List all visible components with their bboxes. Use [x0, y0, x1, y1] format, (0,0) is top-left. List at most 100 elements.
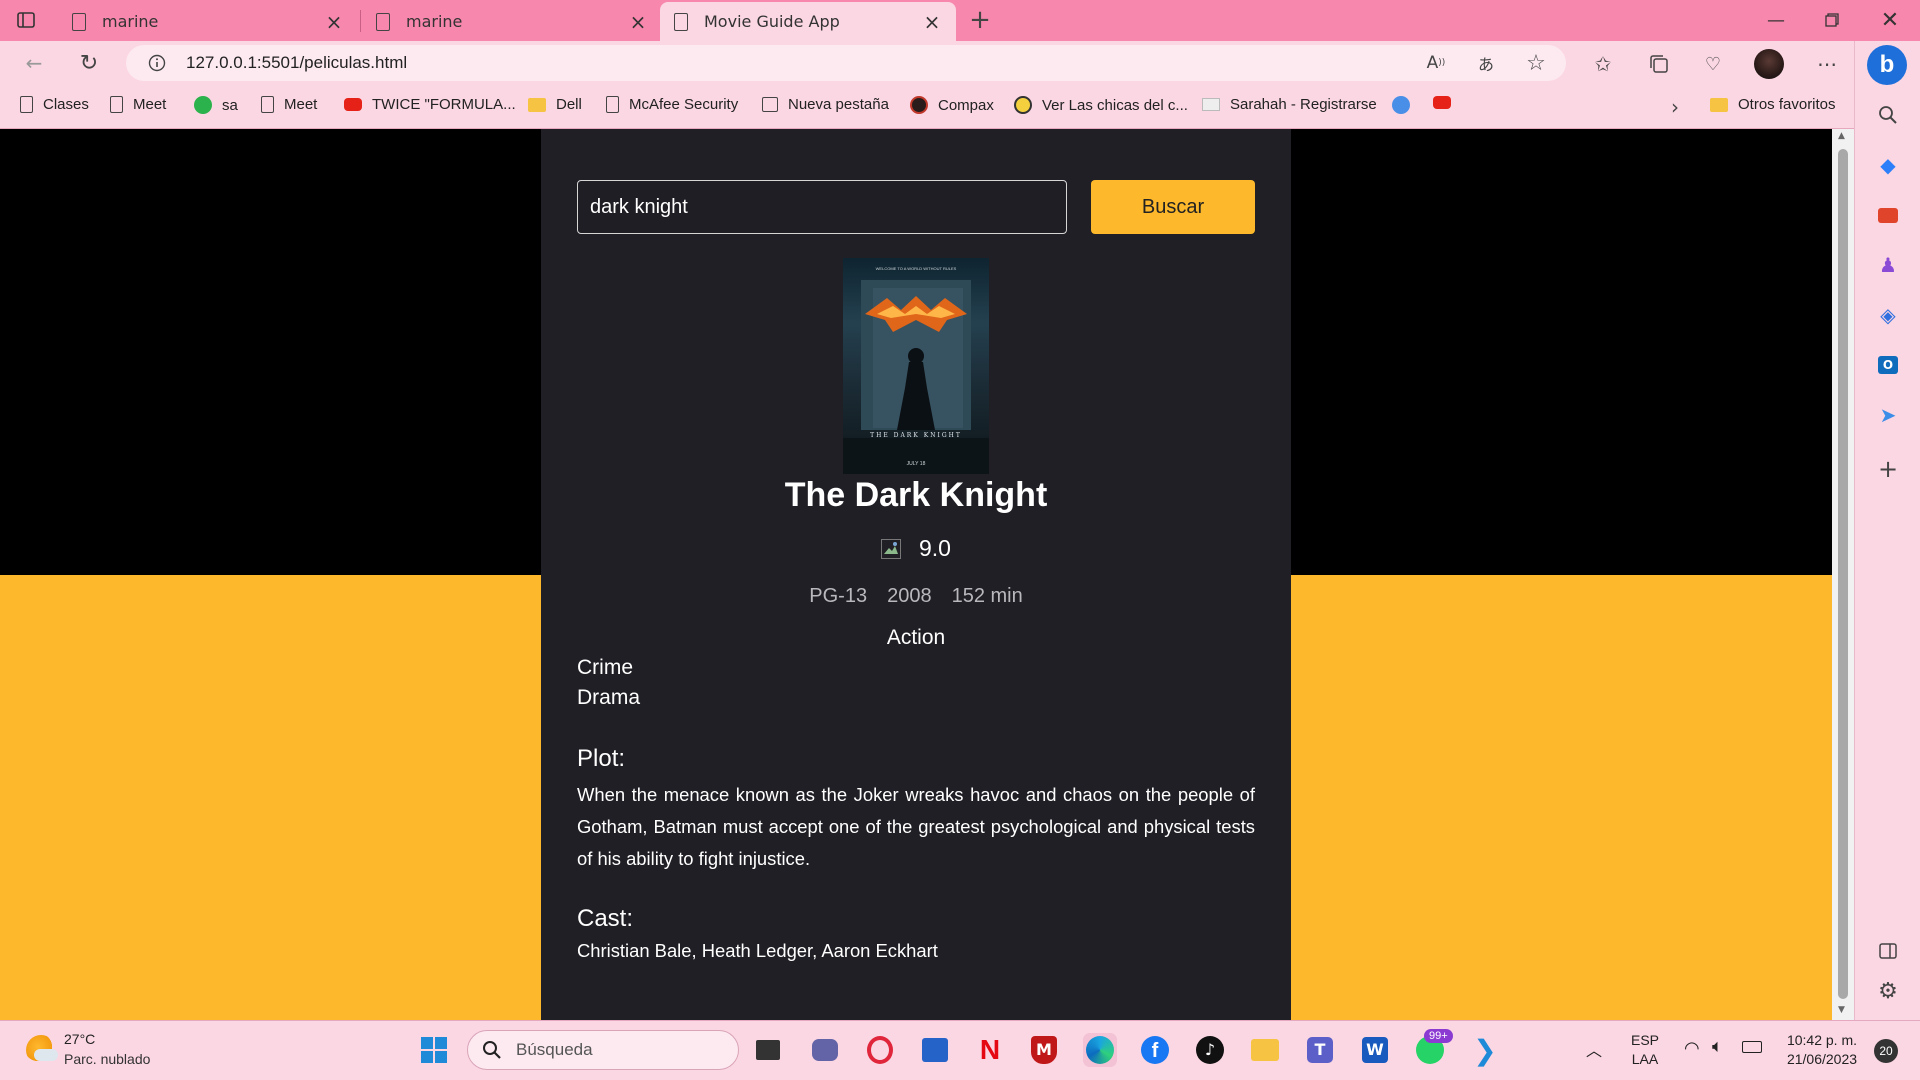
restore-icon[interactable]	[1804, 0, 1860, 40]
movie-title: The Dark Knight	[784, 476, 1048, 514]
collections-icon[interactable]	[1646, 51, 1672, 77]
bing-copilot-icon[interactable]: b	[1867, 45, 1907, 85]
bookmark-clases[interactable]: Clases	[20, 96, 89, 113]
minimize-icon[interactable]: —	[1748, 0, 1804, 40]
vscode-icon[interactable]: ❯	[1468, 1033, 1502, 1067]
tab-movie-guide[interactable]: Movie Guide App ×	[660, 2, 956, 41]
notification-count-badge[interactable]: 20	[1874, 1039, 1898, 1063]
scrollbar-thumb[interactable]	[1838, 149, 1848, 999]
file-explorer-icon[interactable]	[1248, 1033, 1282, 1067]
folder-icon	[1710, 97, 1728, 112]
favorite-star-icon[interactable]: ☆	[1524, 51, 1548, 76]
movie-search-input[interactable]	[577, 180, 1067, 234]
search-button[interactable]: Buscar	[1091, 180, 1255, 234]
add-sidebar-app-icon[interactable]: +	[1876, 455, 1900, 483]
send-icon[interactable]: ➤	[1876, 403, 1900, 427]
clock-time: 10:42 p. m.	[1786, 1032, 1858, 1048]
address-bar[interactable]: 127.0.0.1:5501/peliculas.html A)) あ ☆	[126, 45, 1566, 81]
more-bookmarks-chevron-icon[interactable]: ›	[1664, 95, 1686, 119]
new-tab-icon[interactable]: +	[966, 5, 994, 35]
bookmark-ver-las-chicas[interactable]: Ver Las chicas del c...	[1014, 96, 1188, 114]
bookmark-meet-2[interactable]: Meet	[261, 96, 317, 113]
bookmark-sarahah[interactable]: Sarahah - Registrarse	[1202, 96, 1377, 113]
tools-icon[interactable]	[1876, 203, 1900, 227]
bookmark-sa[interactable]: sa	[194, 96, 238, 114]
back-icon[interactable]: ←	[20, 51, 48, 75]
settings-gear-icon[interactable]: ⚙	[1876, 979, 1900, 1004]
edge-browser-icon[interactable]	[1083, 1033, 1117, 1067]
bookmark-nueva-pestana[interactable]: Nueva pestaña	[762, 96, 889, 113]
tab-marine-1[interactable]: marine ×	[58, 2, 358, 41]
bookmark-label: Sarahah - Registrarse	[1230, 96, 1377, 113]
battery-icon[interactable]	[1742, 1041, 1762, 1053]
facebook-icon[interactable]: f	[1138, 1033, 1172, 1067]
taskbar-search-box[interactable]: Búsqueda	[467, 1030, 739, 1070]
refresh-icon[interactable]: ↻	[76, 50, 102, 76]
tab-actions-icon[interactable]	[14, 8, 38, 32]
netflix-icon[interactable]: N	[973, 1033, 1007, 1067]
bookmark-mcafee[interactable]: McAfee Security	[606, 96, 738, 113]
other-favorites-folder[interactable]: Otros favoritos	[1710, 96, 1836, 113]
show-hidden-icons-chevron-icon[interactable]: ︿	[1586, 1037, 1602, 1061]
page-scrollbar[interactable]: ▲ ▼	[1832, 129, 1854, 1020]
profile-avatar[interactable]	[1754, 49, 1784, 79]
weather-temperature: 27°C	[64, 1031, 96, 1047]
mcafee-icon[interactable]: M	[1027, 1033, 1061, 1067]
task-view-icon[interactable]	[751, 1033, 785, 1067]
clock[interactable]: 10:42 p. m. 21/06/2023	[1780, 1031, 1864, 1069]
scroll-up-arrow-icon[interactable]: ▲	[1838, 131, 1845, 141]
bookmark-twice[interactable]: TWICE "FORMULA...	[344, 96, 516, 113]
close-tab-icon[interactable]: ×	[324, 10, 344, 34]
bookmark-compax[interactable]: Compax	[910, 96, 994, 114]
weather-widget[interactable]: 27°C Parc. nublado	[24, 1029, 184, 1073]
page-viewport: Buscar WELCOME TO A WORLD WITHOUT RULES …	[0, 129, 1832, 1020]
teams-chat-icon[interactable]	[808, 1033, 842, 1067]
compax-icon	[910, 96, 928, 114]
bookmark-label: Meet	[133, 96, 167, 113]
browser-essentials-icon[interactable]: ♡	[1700, 51, 1726, 77]
microsoft-store-icon[interactable]	[918, 1033, 952, 1067]
shopping-tag-icon[interactable]: ◆	[1876, 153, 1900, 177]
green-circle-icon	[194, 96, 212, 114]
teams-icon[interactable]: T	[1303, 1033, 1337, 1067]
opera-icon[interactable]	[863, 1033, 897, 1067]
bookmark-video[interactable]	[1392, 96, 1420, 114]
office-icon[interactable]: ◈	[1876, 303, 1900, 327]
tab-strip: marine × marine × Movie Guide App × + — …	[0, 0, 1920, 41]
volume-icon[interactable]: 🔈︎	[1712, 1036, 1723, 1057]
close-window-icon[interactable]: ✕	[1862, 0, 1918, 40]
input-language-indicator[interactable]: ESP LAA	[1628, 1031, 1662, 1069]
language-code: ESP	[1630, 1032, 1659, 1048]
close-tab-icon[interactable]: ×	[628, 10, 648, 34]
video-icon	[1392, 96, 1410, 114]
site-info-icon[interactable]	[146, 52, 168, 74]
runtime-label: 152 min	[951, 585, 1023, 607]
poster-date: JULY 18	[906, 461, 926, 467]
genre-item: Crime	[577, 656, 633, 679]
translate-icon[interactable]: あ	[1474, 52, 1498, 74]
more-menu-icon[interactable]: ⋯	[1814, 51, 1840, 77]
windows-start-icon[interactable]	[417, 1033, 451, 1067]
search-icon[interactable]	[1876, 103, 1900, 127]
read-aloud-icon[interactable]: A))	[1424, 52, 1448, 74]
outlook-icon[interactable]: O	[1876, 353, 1900, 377]
bookmark-label: Clases	[43, 96, 89, 113]
bookmark-label: Otros favoritos	[1738, 96, 1836, 113]
bookmark-meet[interactable]: Meet	[110, 96, 166, 113]
games-icon[interactable]: ♟	[1876, 253, 1900, 277]
close-tab-icon[interactable]: ×	[922, 10, 942, 34]
wifi-icon[interactable]: ◠	[1684, 1038, 1700, 1059]
calendar-icon	[762, 97, 778, 112]
page-icon	[606, 96, 619, 113]
word-icon[interactable]: W	[1358, 1033, 1392, 1067]
genre-item: Action	[886, 626, 946, 649]
tiktok-icon[interactable]: ♪	[1193, 1033, 1227, 1067]
tab-marine-2[interactable]: marine ×	[362, 2, 662, 41]
address-bar-row: ← ↻ 127.0.0.1:5501/peliculas.html A)) あ …	[0, 41, 1920, 86]
favorites-icon[interactable]: ✩	[1590, 51, 1616, 77]
split-screen-icon[interactable]	[1876, 939, 1900, 963]
bookmark-youtube[interactable]	[1433, 96, 1461, 109]
scroll-down-arrow-icon[interactable]: ▼	[1838, 1005, 1845, 1015]
cast-text: Christian Bale, Heath Ledger, Aaron Eckh…	[577, 940, 938, 961]
bookmark-dell[interactable]: Dell	[528, 96, 582, 113]
